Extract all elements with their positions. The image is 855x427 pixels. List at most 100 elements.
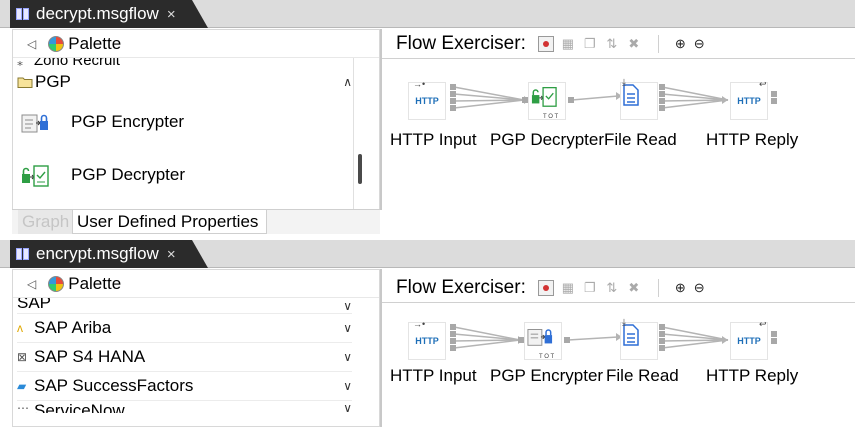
zoom-in-icon[interactable]: ⊕ bbox=[675, 280, 686, 296]
pgp-encrypter-icon bbox=[21, 114, 48, 132]
terminal[interactable] bbox=[659, 84, 665, 90]
flow-node-http-reply[interactable]: HTTP ↩ bbox=[730, 79, 768, 120]
terminal[interactable] bbox=[659, 331, 665, 337]
palette-drawer-pgp[interactable]: PGP ∧ bbox=[17, 69, 352, 95]
terminal[interactable] bbox=[659, 91, 665, 97]
zoom-out-icon[interactable]: ⊖ bbox=[694, 280, 705, 296]
terminal[interactable] bbox=[518, 337, 524, 343]
terminal[interactable] bbox=[771, 338, 777, 344]
stop-icon[interactable]: ⇅ bbox=[604, 280, 620, 296]
chevron-down-icon[interactable]: ∨ bbox=[343, 321, 352, 335]
terminal[interactable] bbox=[771, 98, 777, 104]
flow-node-http-input[interactable]: HTTP →• bbox=[408, 79, 446, 120]
terminal[interactable] bbox=[659, 324, 665, 330]
zoom-out-icon[interactable]: ⊖ bbox=[694, 36, 705, 52]
pgp-decrypter-icon bbox=[22, 164, 49, 187]
flow-node-label: HTTP Reply bbox=[706, 130, 799, 149]
palette-header[interactable]: ◁ Palette bbox=[13, 270, 379, 298]
palette-drawer-sap[interactable]: SAP ∨ bbox=[17, 298, 352, 314]
chevron-down-icon[interactable]: ∨ bbox=[343, 379, 352, 393]
palette-node-pgp-encrypter[interactable]: PGP Encrypter bbox=[17, 95, 352, 148]
collapse-palette-icon[interactable]: ◁ bbox=[27, 37, 36, 51]
palette-drawer-sap-successfactors[interactable]: ▰ SAP SuccessFactors ∨ bbox=[17, 372, 352, 401]
terminal[interactable] bbox=[659, 105, 665, 111]
terminal[interactable] bbox=[564, 337, 570, 343]
zoom-in-icon[interactable]: ⊕ bbox=[675, 36, 686, 52]
chevron-up-icon[interactable]: ∧ bbox=[343, 75, 352, 89]
flow-node-file-read[interactable]: ⤓ bbox=[620, 317, 658, 360]
palette-header[interactable]: ◁ Palette bbox=[13, 30, 379, 58]
drawer-label: SAP SuccessFactors bbox=[34, 376, 194, 395]
palette-drawer-zoho-recruit[interactable]: ⁎ Zoho Recruit bbox=[17, 58, 352, 69]
flow-canvas[interactable]: HTTP →• HTTP Input T O T PGP Decrypter ⤓… bbox=[382, 60, 855, 208]
palette-title: Palette bbox=[68, 273, 122, 293]
node-label: PGP Decrypter bbox=[71, 164, 186, 184]
flow-node-file-read[interactable]: ⤓ bbox=[620, 77, 658, 120]
tab-user-defined-properties[interactable]: User Defined Properties bbox=[72, 210, 267, 234]
terminal[interactable] bbox=[450, 331, 456, 337]
palette-scrollbar[interactable] bbox=[353, 58, 367, 209]
flow-node-label: HTTP Reply bbox=[706, 366, 799, 385]
record-icon[interactable] bbox=[537, 35, 554, 52]
palette-icon bbox=[48, 275, 65, 292]
chevron-down-icon[interactable]: ∨ bbox=[343, 350, 352, 364]
terminal[interactable] bbox=[771, 91, 777, 97]
flow-node-label: PGP Encrypter bbox=[490, 366, 604, 385]
drawer-label: SAP Ariba bbox=[34, 318, 112, 337]
properties-tabs: Graph User Defined Properties bbox=[12, 209, 380, 234]
toolbar-separator bbox=[657, 34, 659, 53]
terminal[interactable] bbox=[568, 97, 574, 103]
clear-icon[interactable]: ✖ bbox=[626, 280, 642, 296]
tab-graph[interactable]: Graph bbox=[18, 210, 72, 234]
flow-node-label: PGP Decrypter bbox=[490, 130, 605, 149]
flow-node-pgp-encrypter[interactable]: T O T bbox=[524, 322, 562, 360]
terminal[interactable] bbox=[659, 98, 665, 104]
close-icon[interactable]: × bbox=[167, 6, 176, 23]
palette-node-pgp-decrypter[interactable]: PGP Decrypter bbox=[17, 148, 352, 201]
view-path-icon[interactable]: ❐ bbox=[582, 280, 598, 296]
palette-drawer-sap-ariba[interactable]: ʌ SAP Ariba ∨ bbox=[17, 314, 352, 343]
terminal[interactable] bbox=[450, 338, 456, 344]
terminal[interactable] bbox=[522, 97, 528, 103]
editor-tab-encrypt[interactable]: encrypt.msgflow × bbox=[10, 240, 208, 268]
palette-drawer-sap-s4-hana[interactable]: ⊠ SAP S4 HANA ∨ bbox=[17, 343, 352, 372]
stop-icon[interactable]: ⇅ bbox=[604, 36, 620, 52]
terminal[interactable] bbox=[450, 105, 456, 111]
clear-icon[interactable]: ✖ bbox=[626, 36, 642, 52]
http-input-icon: HTTP bbox=[415, 336, 439, 346]
terminal[interactable] bbox=[659, 345, 665, 351]
flow-node-pgp-decrypter[interactable]: T O T bbox=[528, 82, 566, 120]
terminal[interactable] bbox=[450, 324, 456, 330]
flow-node-http-input[interactable]: HTTP →• bbox=[408, 319, 446, 360]
view-path-icon[interactable]: ❐ bbox=[582, 36, 598, 52]
flow-node-label: HTTP Input bbox=[390, 130, 477, 149]
send-message-icon[interactable]: ▦ bbox=[560, 36, 576, 52]
palette-list: SAP ∨ ʌ SAP Ariba ∨ ⊠ SAP S4 HANA ∨ ▰ SA… bbox=[17, 298, 352, 426]
scrollbar-thumb[interactable] bbox=[358, 154, 362, 184]
flow-node-http-reply[interactable]: HTTP ↩ bbox=[730, 319, 768, 360]
msgflow-file-icon bbox=[16, 8, 30, 20]
collapse-palette-icon[interactable]: ◁ bbox=[27, 277, 36, 291]
zoho-icon: ⁎ bbox=[17, 58, 23, 69]
pgp-decrypter-icon bbox=[531, 86, 557, 107]
terminal[interactable] bbox=[450, 345, 456, 351]
terminal[interactable] bbox=[450, 98, 456, 104]
send-message-icon[interactable]: ▦ bbox=[560, 280, 576, 296]
editor-tab-decrypt[interactable]: decrypt.msgflow × bbox=[10, 0, 208, 28]
http-input-icon: HTTP bbox=[415, 96, 439, 106]
flow-exerciser-label: Flow Exerciser: bbox=[396, 32, 526, 54]
palette-drawer-servicenow[interactable]: ⋯ ServiceNow ∨ bbox=[17, 401, 352, 413]
flow-canvas[interactable]: HTTP →• HTTP Input T O T PGP Encrypter ⤓… bbox=[382, 304, 855, 427]
terminal[interactable] bbox=[771, 331, 777, 337]
drawer-label: ServiceNow bbox=[34, 401, 125, 413]
decrypt-flow-editor: decrypt.msgflow × ◁ Palette ⁎ Zoho Recru… bbox=[0, 0, 855, 240]
toolbar-separator bbox=[657, 278, 659, 297]
close-icon[interactable]: × bbox=[167, 246, 176, 263]
record-icon[interactable] bbox=[537, 279, 554, 296]
terminal[interactable] bbox=[659, 338, 665, 344]
chevron-down-icon[interactable]: ∨ bbox=[343, 401, 352, 413]
terminal[interactable] bbox=[450, 84, 456, 90]
chevron-down-icon[interactable]: ∨ bbox=[343, 299, 352, 313]
drawer-label: SAP bbox=[17, 298, 52, 312]
terminal[interactable] bbox=[450, 91, 456, 97]
